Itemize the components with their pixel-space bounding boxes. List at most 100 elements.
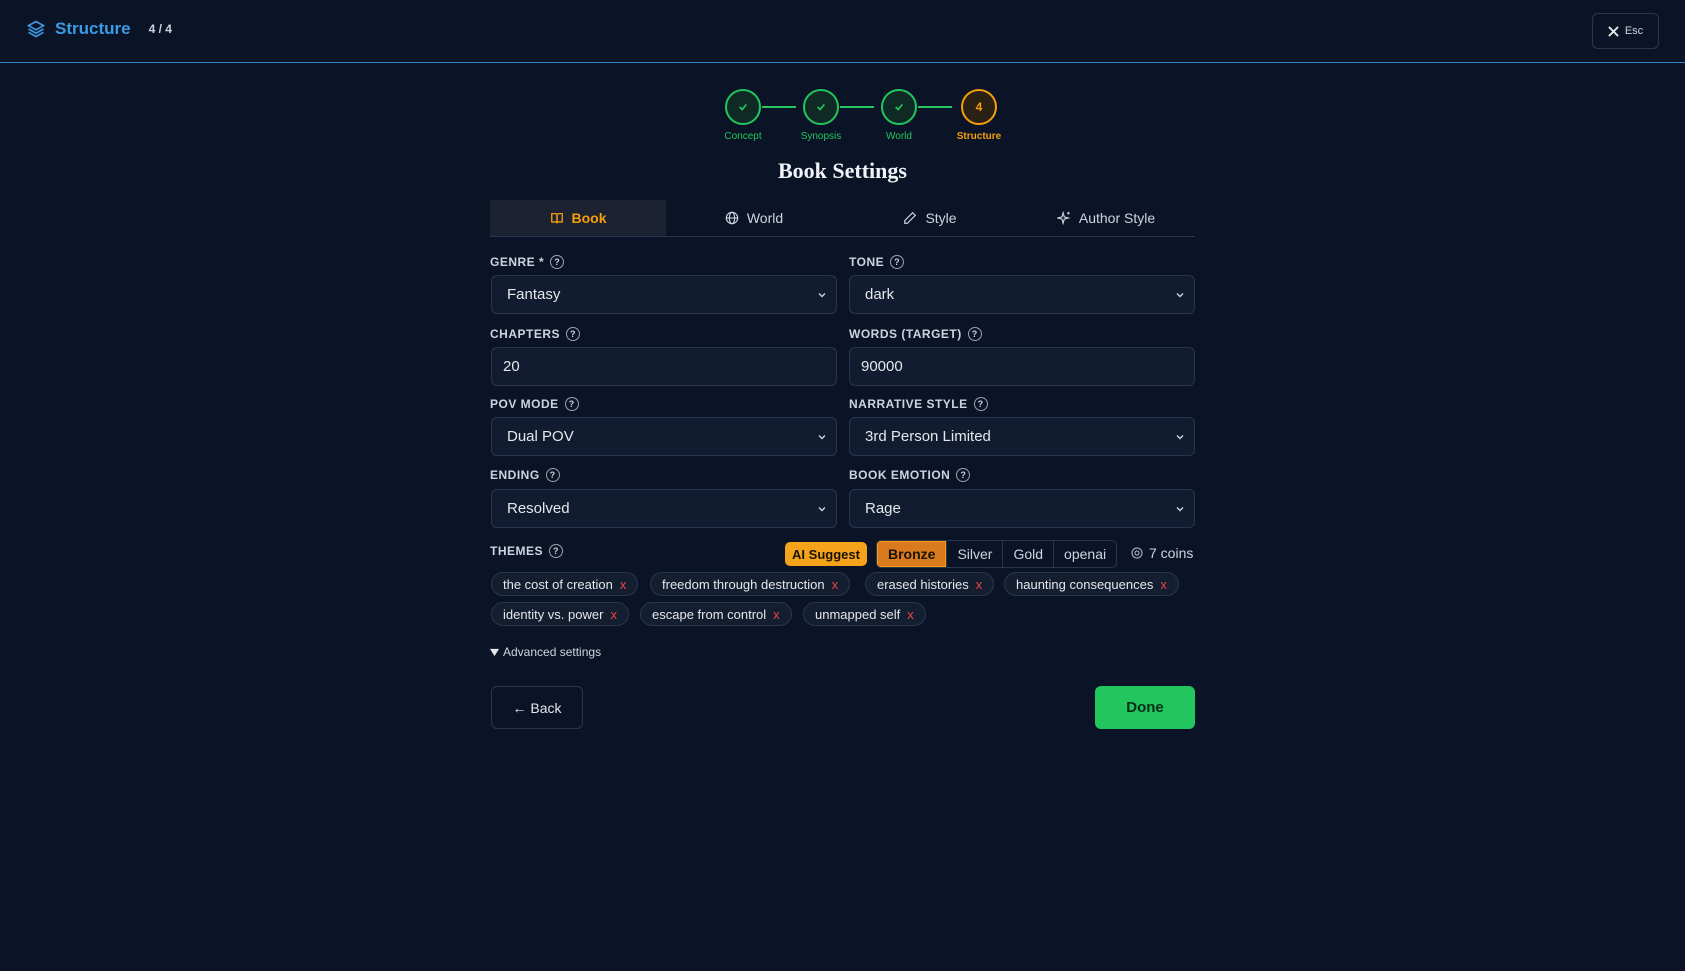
theme-label: unmapped self (815, 606, 901, 622)
globe-icon (725, 211, 739, 225)
tab-label: Author Style (1078, 210, 1156, 226)
words-input[interactable]: 90000 (849, 347, 1195, 386)
tab-label: World (746, 210, 784, 226)
layers-icon (26, 20, 46, 38)
remove-theme-button[interactable]: x (832, 577, 839, 592)
tab-label: Style (925, 210, 957, 226)
chevron-down-icon (818, 293, 826, 298)
step-label: World (886, 131, 912, 142)
step-counter: 4 / 4 (148, 22, 172, 36)
theme-label: the cost of creation (503, 576, 613, 592)
theme-chip: unmapped self x (803, 602, 926, 626)
emotion-select[interactable]: Rage (849, 489, 1195, 528)
remove-theme-button[interactable]: x (976, 577, 983, 592)
tone-value: dark (865, 286, 895, 303)
help-icon[interactable]: ? (564, 397, 579, 411)
chevron-down-icon (1176, 507, 1184, 512)
tier-openai[interactable]: openai (1053, 541, 1116, 567)
advanced-label: Advanced settings (503, 645, 602, 659)
remove-theme-button[interactable]: x (620, 577, 627, 592)
chevron-down-icon (818, 435, 826, 440)
help-icon[interactable]: ? (973, 397, 988, 411)
tone-label: TONE? (849, 255, 905, 269)
top-bar: Structure 4 / 4 Esc (0, 0, 1685, 63)
ai-suggest-button[interactable]: AI Suggest (785, 542, 867, 566)
pov-value: Dual POV (507, 428, 574, 445)
theme-chip: escape from control x (640, 602, 792, 626)
tab-book[interactable]: Book (490, 200, 666, 236)
emotion-value: Rage (865, 500, 901, 517)
ending-select[interactable]: Resolved (491, 489, 837, 528)
step-label: Synopsis (800, 131, 842, 142)
brand: Structure 4 / 4 (26, 19, 172, 39)
tier-silver[interactable]: Silver (946, 541, 1002, 567)
genre-label: GENRE *? (490, 255, 565, 269)
help-icon[interactable]: ? (566, 327, 581, 341)
chapters-value: 20 (503, 358, 520, 375)
narrative-select[interactable]: 3rd Person Limited (849, 417, 1195, 456)
tab-author-style[interactable]: Author Style (1018, 200, 1194, 236)
close-icon (1608, 25, 1619, 37)
settings-tabs: Book World Style Author Style (490, 200, 1195, 237)
help-icon[interactable]: ? (545, 468, 560, 482)
remove-theme-button[interactable]: x (907, 607, 914, 622)
theme-label: freedom through destruction (662, 576, 825, 592)
check-icon (725, 89, 761, 125)
theme-label: identity vs. power (503, 606, 604, 622)
theme-label: erased histories (877, 576, 969, 592)
theme-chip: the cost of creation x (491, 572, 639, 596)
advanced-settings-toggle[interactable]: Advanced settings (490, 645, 601, 659)
narrative-value: 3rd Person Limited (865, 428, 991, 445)
coin-balance: 7 coins (1131, 545, 1193, 561)
chapters-label: CHAPTERS? (490, 327, 581, 341)
remove-theme-button[interactable]: x (773, 607, 780, 622)
help-icon[interactable]: ? (890, 255, 905, 269)
step-structure[interactable]: 4 Structure (939, 89, 1019, 142)
remove-theme-button[interactable]: x (610, 607, 617, 622)
genre-select[interactable]: Fantasy (491, 275, 837, 314)
help-icon[interactable]: ? (956, 468, 971, 482)
step-label: Concept (724, 131, 762, 142)
tier-gold[interactable]: Gold (1002, 541, 1053, 567)
pencil-icon (904, 211, 917, 224)
check-icon (803, 89, 839, 125)
help-icon[interactable]: ? (967, 327, 982, 341)
sparkle-icon (1056, 211, 1071, 225)
step-label: Structure (956, 131, 1002, 142)
ending-value: Resolved (507, 500, 570, 517)
step-concept[interactable]: Concept (703, 89, 783, 142)
chevron-down-icon (818, 507, 826, 512)
words-value: 90000 (861, 358, 903, 375)
theme-chip: identity vs. power x (491, 602, 629, 626)
tab-world[interactable]: World (666, 200, 842, 236)
chapters-input[interactable]: 20 (491, 347, 837, 386)
chevron-down-icon (1176, 435, 1184, 440)
triangle-down-icon (490, 648, 499, 656)
back-button[interactable]: ← Back (491, 686, 583, 729)
help-icon[interactable]: ? (549, 544, 564, 558)
coin-count: 7 coins (1149, 545, 1194, 561)
tier-bronze[interactable]: Bronze (877, 541, 947, 567)
check-icon (881, 89, 917, 125)
close-label: Esc (1624, 25, 1644, 37)
close-button[interactable]: Esc (1592, 13, 1659, 49)
theme-label: escape from control (652, 606, 767, 622)
step-number: 4 (961, 89, 997, 125)
words-label: WORDS (TARGET)? (849, 327, 982, 341)
step-world[interactable]: World (859, 89, 939, 142)
step-synopsis[interactable]: Synopsis (781, 89, 861, 142)
chevron-down-icon (1176, 293, 1184, 298)
tab-style[interactable]: Style (842, 200, 1018, 236)
theme-chip: haunting consequences x (1004, 572, 1179, 596)
narrative-label: NARRATIVE STYLE? (849, 397, 988, 411)
tone-select[interactable]: dark (849, 275, 1195, 314)
ending-label: ENDING? (490, 468, 560, 482)
genre-value: Fantasy (507, 286, 561, 303)
remove-theme-button[interactable]: x (1160, 577, 1167, 592)
help-icon[interactable]: ? (550, 255, 565, 269)
pov-select[interactable]: Dual POV (491, 417, 837, 456)
themes-label: THEMES? (490, 544, 564, 558)
book-icon (550, 212, 563, 224)
wizard-stepper: Concept Synopsis World 4 Structure (700, 89, 1001, 142)
done-button[interactable]: Done (1095, 686, 1195, 729)
